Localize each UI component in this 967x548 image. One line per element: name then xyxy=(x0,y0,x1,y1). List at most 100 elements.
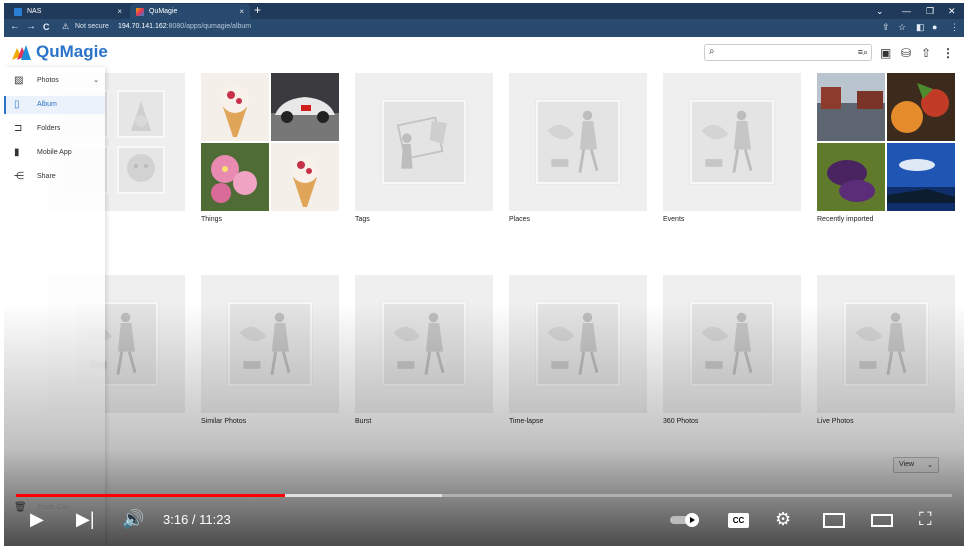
brand-name: QuMagie xyxy=(36,42,108,61)
sidebar-item-mobile-app[interactable]: ▮ Mobile App xyxy=(4,144,105,162)
sidebar-item-label: Photos xyxy=(37,77,59,84)
autoplay-toggle[interactable] xyxy=(670,513,704,527)
sidebar-item-share[interactable]: ⋲ Share xyxy=(4,168,105,186)
play-icon[interactable]: ▶ xyxy=(30,509,44,529)
album-label: Recently imported xyxy=(817,216,874,223)
reload-icon[interactable]: C xyxy=(43,22,50,32)
album-icon: ▯ xyxy=(14,99,20,110)
album-placeholder-icon xyxy=(690,302,774,386)
sidebar: ▨ Photos ⌄ ▯ Album ⊐ Folders ▮ Mobile Ap… xyxy=(4,67,105,546)
advanced-search-icon[interactable]: ≡⌕ xyxy=(858,47,868,58)
bookmark-star-icon[interactable]: ☆ xyxy=(898,22,906,33)
next-icon[interactable]: ▶| xyxy=(76,509,95,529)
album-card-tags[interactable]: Tags xyxy=(355,73,493,223)
nas-favicon-icon xyxy=(14,7,22,16)
sidebar-item-label: Folders xyxy=(37,125,61,132)
album-label: 360 Photos xyxy=(663,418,699,425)
view-label: View xyxy=(899,461,915,468)
fullscreen-icon[interactable]: ⛶ xyxy=(919,509,932,529)
close-window-icon[interactable]: ✕ xyxy=(948,3,956,19)
chevron-down-icon: ⌄ xyxy=(927,462,933,469)
tab-close-icon[interactable]: × xyxy=(117,7,122,16)
chevron-down-icon: ⌄ xyxy=(93,77,99,84)
view-dropdown[interactable]: View ⌄ xyxy=(893,457,939,473)
thumb-harbor xyxy=(817,73,885,141)
app-frame: NAS × QuMagie × + ⌄ — ❐ ✕ ← → C ⚠ Not se… xyxy=(4,3,964,546)
side-panel-icon[interactable]: ◧ xyxy=(916,22,925,33)
upload-icon[interactable]: ⇧ xyxy=(921,46,931,60)
events-placeholder-icon xyxy=(690,100,774,184)
tab-search-icon[interactable]: ⌄ xyxy=(876,3,884,19)
album-card-places[interactable]: Places xyxy=(509,73,647,223)
sidebar-item-photos[interactable]: ▨ Photos ⌄ xyxy=(4,72,105,90)
share-icon: ⋲ xyxy=(14,171,24,182)
browser-tab-strip: NAS × QuMagie × + ⌄ — ❐ ✕ xyxy=(4,3,964,19)
tab-close-icon[interactable]: × xyxy=(239,7,244,16)
album-card-time-lapse[interactable]: Time-lapse xyxy=(509,275,647,425)
thumb-ice-cream-2 xyxy=(271,143,339,211)
album-label: Time-lapse xyxy=(509,418,544,425)
album-card-burst[interactable]: Burst xyxy=(355,275,493,425)
thumb-race-car xyxy=(271,73,339,141)
miniplayer-icon[interactable] xyxy=(823,513,845,528)
sidebar-item-label: Mobile App xyxy=(37,149,72,156)
thumb-island xyxy=(887,143,955,211)
album-label: Events xyxy=(663,216,685,223)
browser-menu-icon[interactable]: ⋮ xyxy=(950,22,959,33)
progress-bar[interactable] xyxy=(16,494,952,497)
tab-qumagie[interactable]: QuMagie × xyxy=(130,4,250,19)
sidebar-item-label: Album xyxy=(37,101,57,108)
settings-gear-icon[interactable]: ⚙ xyxy=(775,509,791,529)
album-label: Tags xyxy=(355,216,370,223)
search-input[interactable]: ⌕ ≡⌕ xyxy=(704,44,872,61)
places-placeholder-icon xyxy=(536,100,620,184)
smart-import-icon[interactable]: ⛁ xyxy=(901,46,911,60)
album-label: Places xyxy=(509,216,531,223)
album-label: Burst xyxy=(355,418,372,425)
more-icon[interactable]: ⋮ xyxy=(942,46,954,60)
search-icon: ⌕ xyxy=(709,46,715,57)
album-card-live-photos[interactable]: Live Photos xyxy=(817,275,955,425)
sidebar-item-album[interactable]: ▯ Album xyxy=(4,96,105,114)
album-label: Similar Photos xyxy=(201,418,247,425)
qumagie-logo-icon xyxy=(12,45,31,60)
photos-icon: ▨ xyxy=(14,75,24,86)
qumagie-favicon-icon xyxy=(136,7,144,16)
thumb-eggplant xyxy=(817,143,885,211)
album-card-recently-imported[interactable]: Recently imported xyxy=(817,73,955,223)
profile-icon[interactable]: ● xyxy=(932,22,937,32)
sidebar-item-folders[interactable]: ⊐ Folders xyxy=(4,120,105,138)
tab-nas[interactable]: NAS × xyxy=(8,4,128,19)
album-card-things[interactable]: Things xyxy=(201,73,339,223)
minimize-icon[interactable]: — xyxy=(902,3,911,19)
sidebar-item-label: Share xyxy=(37,173,56,180)
album-card-360-photos[interactable]: 360 Photos xyxy=(663,275,801,425)
played-bar xyxy=(16,494,285,497)
folder-icon: ⊐ xyxy=(14,123,23,134)
captions-button[interactable]: CC xyxy=(728,513,749,528)
album-grid: Things Tags Places Events Recently impor… xyxy=(4,67,964,546)
warning-icon: ⚠ xyxy=(62,22,70,31)
app-header: QuMagie ⌕ ≡⌕ ▣ ⛁ ⇧ ⋮ xyxy=(4,37,964,67)
volume-icon[interactable]: 🔊 xyxy=(122,509,144,529)
album-placeholder-icon xyxy=(228,302,312,386)
trash-icon: 🗑 xyxy=(14,502,27,513)
back-icon[interactable]: ← xyxy=(10,21,20,32)
forward-icon[interactable]: → xyxy=(26,21,36,32)
album-card-events[interactable]: Events xyxy=(663,73,801,223)
new-tab-button[interactable]: + xyxy=(254,3,261,19)
tab-title: NAS xyxy=(27,8,42,15)
url-field[interactable]: 194.70.141.162:8080/apps/qumagie/album xyxy=(118,23,251,30)
maximize-icon[interactable]: ❐ xyxy=(926,3,934,19)
image-search-icon[interactable]: ▣ xyxy=(880,46,891,60)
security-label[interactable]: Not secure xyxy=(75,23,109,30)
album-placeholder-icon xyxy=(536,302,620,386)
share-page-icon[interactable]: ⇪ xyxy=(882,22,890,33)
url-path: :8080/apps/qumagie/album xyxy=(166,23,252,30)
album-card-similar-photos[interactable]: Similar Photos xyxy=(201,275,339,425)
thumb-ice-cream xyxy=(201,73,269,141)
theater-mode-icon[interactable] xyxy=(871,514,893,527)
tab-title: QuMagie xyxy=(149,8,178,15)
address-bar: ← → C ⚠ Not secure 194.70.141.162:8080/a… xyxy=(4,19,964,37)
album-placeholder-icon xyxy=(844,302,928,386)
